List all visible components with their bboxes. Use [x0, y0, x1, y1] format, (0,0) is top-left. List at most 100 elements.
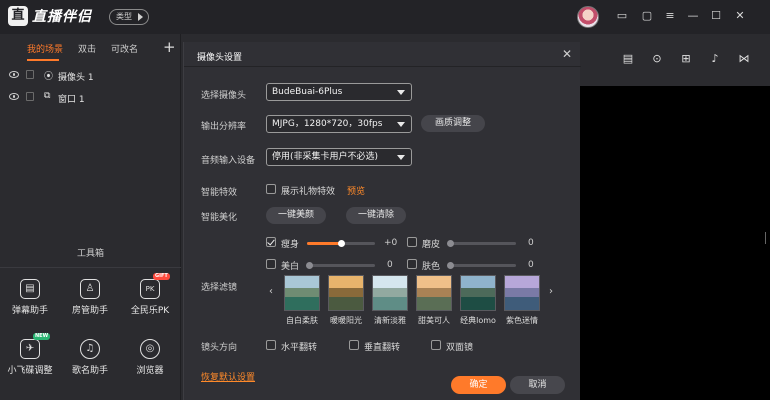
lock-icon[interactable]: [26, 92, 34, 101]
share-icon[interactable]: ⋈: [737, 52, 751, 66]
dialog-header: 摄像头设置 ✕: [184, 42, 581, 67]
flip-vertical-checkbox[interactable]: [349, 340, 359, 350]
maximize-icon[interactable]: ☐: [709, 9, 723, 23]
chevron-left-icon[interactable]: ‹: [269, 286, 273, 297]
slim-slider-handle[interactable]: [338, 240, 345, 247]
pk-icon: PK GIFT: [140, 273, 170, 299]
eye-icon[interactable]: [9, 71, 19, 78]
bell-icon[interactable]: ♪: [708, 52, 722, 66]
whiten-slider[interactable]: [307, 264, 375, 267]
tool-browser[interactable]: ◎ 浏览器: [120, 339, 180, 376]
close-icon[interactable]: ✕: [562, 47, 572, 61]
resolution-select[interactable]: MJPG，1280*720，30fps: [266, 115, 412, 133]
dialog-title: 摄像头设置: [197, 53, 243, 63]
skin-tone-slider-handle[interactable]: [447, 262, 454, 269]
resize-handle[interactable]: [762, 232, 766, 244]
dual-mirror-checkbox[interactable]: [431, 340, 441, 350]
camera-value: BudeBuai-6Plus: [272, 87, 343, 97]
tool-danmaku-assistant[interactable]: ▤ 弹幕助手: [0, 279, 60, 316]
list-icon[interactable]: ▤: [621, 52, 635, 66]
smooth-slider-handle[interactable]: [447, 240, 454, 247]
screen-icon[interactable]: ▭: [615, 9, 629, 23]
filter-name: 暖暖阳光: [330, 316, 362, 325]
whiten-label: 美白: [281, 262, 300, 272]
slim-value: +0: [384, 238, 398, 248]
tool-label: 房管助手: [71, 306, 108, 316]
skin-tone-slider[interactable]: [448, 264, 516, 267]
filter-thumbnail[interactable]: [328, 275, 364, 311]
tab-double-click[interactable]: 双击: [78, 42, 96, 55]
menu-icon[interactable]: ≡: [663, 9, 677, 23]
slim-checkbox[interactable]: [266, 237, 276, 247]
audio-label: 音频输入设备: [201, 156, 256, 166]
effects-label: 智能特效: [201, 188, 238, 198]
lock-icon[interactable]: ⊙: [650, 52, 664, 66]
smooth-value: 0: [528, 238, 534, 248]
filter-thumbnail[interactable]: [284, 275, 320, 311]
filter-thumbnail[interactable]: [460, 275, 496, 311]
confirm-button[interactable]: 确定: [451, 376, 506, 394]
source-row-camera[interactable]: ⦿ 摄像头 1: [0, 67, 181, 87]
whiten-checkbox[interactable]: [266, 259, 276, 269]
chevron-down-icon: [397, 155, 405, 160]
cancel-button[interactable]: 取消: [510, 376, 565, 394]
filter-thumbnail[interactable]: [416, 275, 452, 311]
tool-song-assistant[interactable]: ♫ 歌名助手: [60, 339, 120, 376]
window-icon[interactable]: ▢: [640, 9, 654, 23]
tool-pk[interactable]: PK GIFT 全民乐PK: [120, 273, 180, 316]
source-label: 摄像头 1: [58, 73, 94, 83]
flip-horizontal-checkbox[interactable]: [266, 340, 276, 350]
room-manager-icon: ♙: [80, 279, 100, 299]
filter-water: [329, 297, 363, 310]
one-click-clear-button[interactable]: 一键清除: [346, 207, 406, 224]
one-click-beauty-button[interactable]: 一键美颜: [266, 207, 326, 224]
music-icon: ♫: [80, 339, 100, 359]
new-badge: NEW: [33, 333, 51, 340]
tool-ufo-adjust[interactable]: ✈ NEW 小飞碟调整: [0, 333, 60, 376]
tab-rename[interactable]: 可改名: [111, 42, 138, 55]
skin-tone-label: 肤色: [422, 262, 441, 272]
filter-thumbnail[interactable]: [504, 275, 540, 311]
type-label: 类型: [116, 12, 132, 21]
smooth-slider[interactable]: [448, 242, 516, 245]
source-row-window[interactable]: ⧉ 窗口 1: [0, 89, 181, 109]
gift-effects-checkbox[interactable]: [266, 184, 276, 194]
quality-adjust-button[interactable]: 画质调整: [421, 115, 485, 132]
filter-water: [373, 297, 407, 310]
filter-water: [285, 297, 319, 310]
left-panel: 我的场景 双击 可改名 + ⦿ 摄像头 1 ⧉ 窗口 1 工具箱 ▤ 弹幕助手 …: [0, 34, 181, 400]
whiten-slider-handle[interactable]: [306, 262, 313, 269]
lock-icon[interactable]: [26, 70, 34, 79]
source-label: 窗口 1: [58, 95, 85, 105]
preview-canvas: [580, 86, 770, 400]
preview-link[interactable]: 预览: [347, 184, 365, 197]
resolution-label: 输出分辨率: [201, 122, 247, 132]
filter-water: [505, 297, 539, 310]
mirror-label: 镜头方向: [201, 343, 238, 353]
slim-slider-fill: [307, 242, 341, 245]
audio-select[interactable]: 停用(非采集卡用户不必选): [266, 148, 412, 166]
layout-icon[interactable]: ⊞: [679, 52, 693, 66]
skin-tone-checkbox[interactable]: [407, 259, 417, 269]
minimize-icon[interactable]: —: [686, 9, 700, 23]
reset-defaults-link[interactable]: 恢复默认设置: [201, 370, 255, 383]
smooth-checkbox[interactable]: [407, 237, 417, 247]
filter-name: 甜美可人: [418, 316, 450, 325]
filter-thumbnail[interactable]: [372, 275, 408, 311]
add-scene-icon[interactable]: +: [163, 38, 176, 56]
tool-label: 弹幕助手: [11, 306, 48, 316]
title-bar: 直 直播伴侣 类型 ▭ ▢ ≡ — ☐ ✕: [0, 0, 770, 34]
slim-label: 瘦身: [281, 240, 300, 250]
scene-tabs: 我的场景 双击 可改名 +: [0, 34, 181, 62]
chevron-down-icon: [397, 122, 405, 127]
chevron-right-icon[interactable]: ›: [549, 286, 553, 297]
tab-my-scenes[interactable]: 我的场景: [27, 42, 63, 55]
camera-select[interactable]: BudeBuai-6Plus: [266, 83, 412, 101]
avatar[interactable]: [577, 6, 599, 28]
eye-icon[interactable]: [9, 93, 19, 100]
close-icon[interactable]: ✕: [733, 9, 747, 23]
type-selector-button[interactable]: 类型: [109, 9, 149, 25]
ufo-icon: ✈ NEW: [20, 333, 51, 359]
preview-toolbar: ▤ ⊙ ⊞ ♪ ⋈: [578, 34, 770, 84]
tool-room-manager[interactable]: ♙ 房管助手: [60, 279, 120, 316]
